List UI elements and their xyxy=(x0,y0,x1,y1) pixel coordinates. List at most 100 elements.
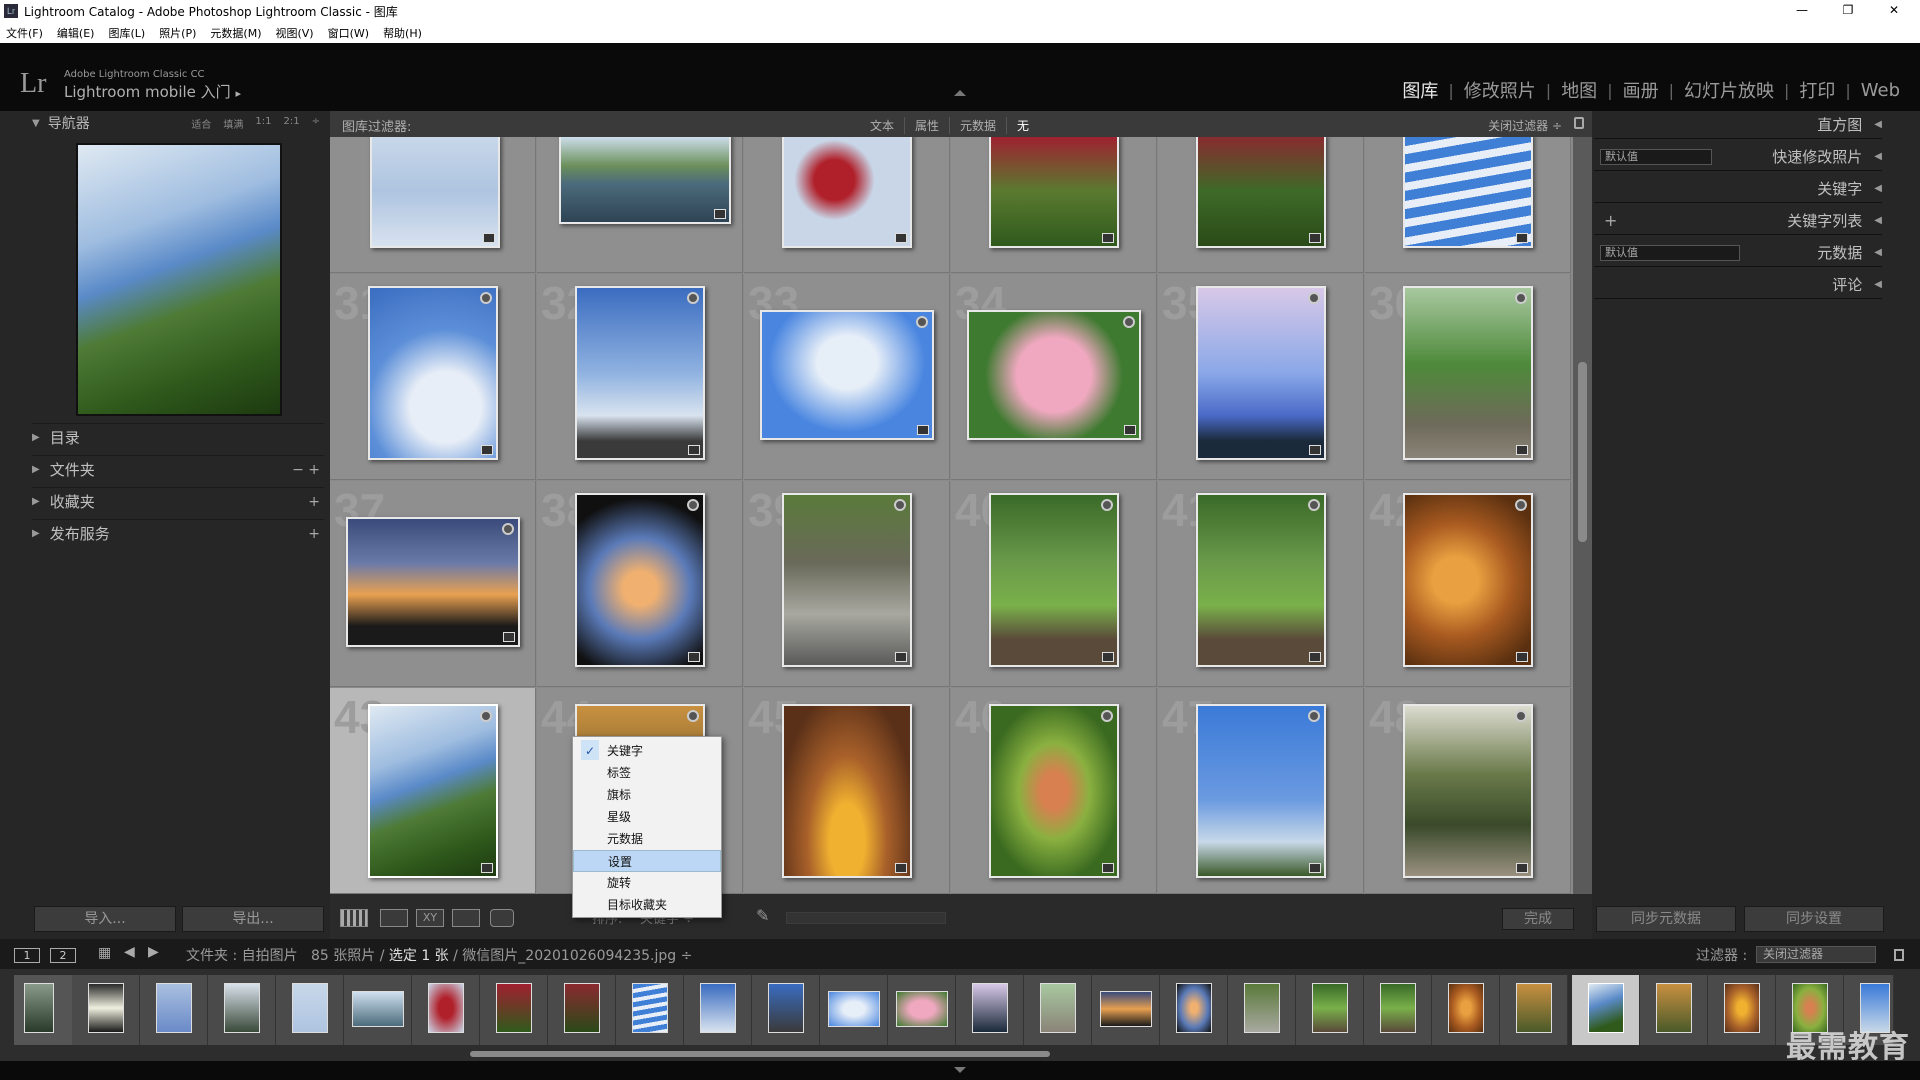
grid-cell[interactable]: 46 xyxy=(951,688,1157,894)
grid-cell[interactable] xyxy=(537,137,743,273)
pick-flag-icon[interactable] xyxy=(1515,292,1527,304)
menu-photo[interactable]: 照片(P) xyxy=(159,25,196,41)
export-button[interactable]: 导出... xyxy=(182,906,324,932)
survey-view-icon[interactable] xyxy=(452,909,480,927)
minimize-button[interactable]: — xyxy=(1782,0,1822,22)
right-section-comments[interactable]: 评论 ◀ xyxy=(1594,271,1882,299)
menu-view[interactable]: 视图(V) xyxy=(275,25,313,41)
module-develop[interactable]: 修改照片 xyxy=(1454,77,1546,103)
filmstrip-item[interactable] xyxy=(1708,975,1776,1045)
add-collection-icon[interactable]: + xyxy=(308,494,320,510)
grid-cell[interactable] xyxy=(744,137,950,273)
zoom-fit[interactable]: 适合 xyxy=(191,116,211,131)
photo-thumbnail[interactable] xyxy=(346,517,520,647)
right-section-metadata[interactable]: 默认值 元数据 ◀ xyxy=(1594,239,1882,267)
filmstrip-item[interactable] xyxy=(888,975,956,1045)
filter-none[interactable]: 无 xyxy=(1006,117,1039,134)
filmstrip-item[interactable] xyxy=(1024,975,1092,1045)
menu-item-flags[interactable]: 旗标 xyxy=(573,784,721,806)
photo-thumbnail[interactable] xyxy=(368,286,498,460)
grid-cell[interactable]: 39 xyxy=(744,481,950,687)
thumbnail-size-slider[interactable] xyxy=(786,912,946,924)
lock-icon[interactable] xyxy=(1574,117,1584,129)
pick-flag-icon[interactable] xyxy=(916,316,928,328)
photo-thumbnail[interactable] xyxy=(370,137,500,248)
filmstrip-item[interactable] xyxy=(208,975,276,1045)
collapse-top-panel-icon[interactable] xyxy=(954,90,966,96)
pick-flag-icon[interactable] xyxy=(687,499,699,511)
menu-file[interactable]: 文件(F) xyxy=(6,25,43,41)
filmstrip-scrollbar[interactable] xyxy=(470,1051,1050,1057)
photo-thumbnail[interactable] xyxy=(1403,286,1533,460)
filter-text[interactable]: 文本 xyxy=(860,117,904,134)
done-button[interactable]: 完成 xyxy=(1502,908,1574,930)
restore-button[interactable]: ❐ xyxy=(1828,0,1868,22)
grid-view-icon[interactable] xyxy=(340,909,368,927)
filmstrip-item-selected[interactable] xyxy=(1572,975,1640,1045)
photo-thumbnail[interactable] xyxy=(575,493,705,667)
source-path[interactable]: 文件夹 : 自拍图片 85 张照片 / 选定 1 张 / 微信图片_202010… xyxy=(186,945,692,965)
grid-cell[interactable]: 45 xyxy=(744,688,950,894)
loupe-view-icon[interactable] xyxy=(380,909,408,927)
grid-cell[interactable] xyxy=(1158,137,1364,273)
filmstrip-item[interactable] xyxy=(480,975,548,1045)
module-library[interactable]: 图库 xyxy=(1392,77,1448,103)
pick-flag-icon[interactable] xyxy=(1101,499,1113,511)
pick-flag-icon[interactable] xyxy=(1308,499,1320,511)
filmstrip-item[interactable] xyxy=(1092,975,1160,1045)
zoom-more[interactable]: ÷ xyxy=(312,116,320,131)
filmstrip-item[interactable] xyxy=(752,975,820,1045)
grid-cell[interactable]: 37 xyxy=(330,481,536,687)
grid-cell[interactable] xyxy=(330,137,536,273)
compare-view-icon[interactable]: XY xyxy=(416,909,444,927)
zoom-fill[interactable]: 填满 xyxy=(223,116,243,131)
menu-window[interactable]: 窗口(W) xyxy=(328,25,369,41)
right-section-quick-develop[interactable]: 默认值 快速修改照片 ◀ xyxy=(1594,143,1882,171)
add-keyword-icon[interactable]: + xyxy=(1604,211,1617,230)
add-publish-service-icon[interactable]: + xyxy=(308,526,320,542)
photo-thumbnail[interactable] xyxy=(1196,286,1326,460)
lightroom-mobile-link[interactable]: Lightroom mobile 入门 ▸ xyxy=(64,81,241,102)
filmstrip-item[interactable] xyxy=(412,975,480,1045)
painter-icon[interactable]: ✎ xyxy=(756,906,774,925)
photo-thumbnail[interactable] xyxy=(782,493,912,667)
grid-cell[interactable]: 47 xyxy=(1158,688,1364,894)
photo-thumbnail[interactable] xyxy=(1403,493,1533,667)
menu-metadata[interactable]: 元数据(M) xyxy=(210,25,261,41)
filmstrip-item[interactable] xyxy=(72,975,140,1045)
filmstrip-item[interactable] xyxy=(1364,975,1432,1045)
menu-item-keywords[interactable]: ✓ 关键字 xyxy=(573,740,721,762)
left-section-folders[interactable]: ▶ 文件夹 − + xyxy=(32,455,324,483)
menu-item-target-collection[interactable]: 目标收藏夹 xyxy=(573,894,721,916)
grid-cell[interactable]: 34 xyxy=(951,274,1157,480)
right-section-keywording[interactable]: 关键字 ◀ xyxy=(1594,175,1882,203)
photo-thumbnail[interactable] xyxy=(989,137,1119,248)
photo-thumbnail[interactable] xyxy=(1403,704,1533,878)
navigator-preview-image[interactable] xyxy=(76,143,282,416)
grid-cell[interactable] xyxy=(1365,137,1571,273)
grid-cell[interactable]: 31 xyxy=(330,274,536,480)
collapse-bottom-panel-icon[interactable] xyxy=(954,1067,966,1073)
zoom-1-1[interactable]: 1:1 xyxy=(255,116,271,131)
module-print[interactable]: 打印 xyxy=(1789,77,1845,103)
filter-attribute[interactable]: 属性 xyxy=(904,117,949,134)
pick-flag-icon[interactable] xyxy=(1515,710,1527,722)
right-section-keyword-list[interactable]: + 关键字列表 ◀ xyxy=(1594,207,1882,235)
menu-item-settings[interactable]: 设置 xyxy=(573,850,721,872)
photo-thumbnail[interactable] xyxy=(760,310,934,440)
pick-flag-icon[interactable] xyxy=(1308,292,1320,304)
navigator-header[interactable]: ▼ 导航器 适合 填满 1:1 2:1 ÷ xyxy=(32,111,324,135)
sync-settings-button[interactable]: 同步设置 xyxy=(1744,906,1884,932)
grid-cell[interactable]: 41 xyxy=(1158,481,1364,687)
filmstrip-item[interactable] xyxy=(1432,975,1500,1045)
people-view-icon[interactable] xyxy=(490,909,514,927)
left-section-catalog[interactable]: ▶ 目录 xyxy=(32,423,324,451)
filmstrip-filter-dropdown[interactable]: 关闭过滤器 xyxy=(1756,946,1876,963)
right-section-histogram[interactable]: 直方图 ◀ xyxy=(1594,111,1882,139)
filmstrip-item[interactable] xyxy=(820,975,888,1045)
photo-thumbnail[interactable] xyxy=(575,286,705,460)
pick-flag-icon[interactable] xyxy=(480,710,492,722)
photo-thumbnail[interactable] xyxy=(1196,493,1326,667)
close-window-button[interactable]: ✕ xyxy=(1874,0,1914,22)
photo-thumbnail[interactable] xyxy=(1196,704,1326,878)
